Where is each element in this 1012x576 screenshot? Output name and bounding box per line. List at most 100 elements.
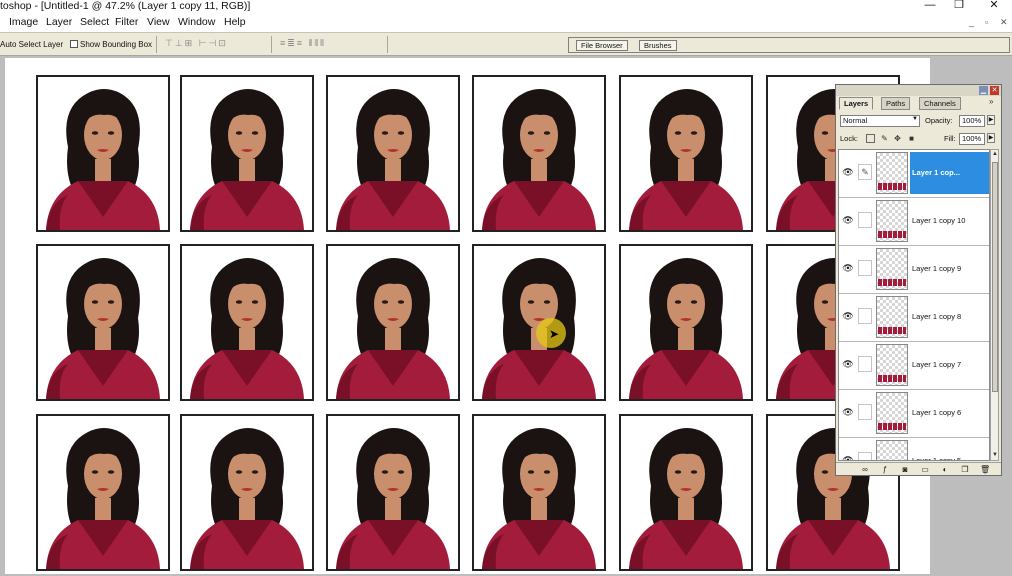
passport-photo [36,414,170,571]
eye-visibility-icon[interactable]: 👁 [842,263,854,273]
eye-visibility-icon[interactable]: 👁 [842,167,854,177]
passport-photo [619,414,753,571]
menu-window[interactable]: Window [178,16,215,28]
fill-input[interactable]: 100% [959,133,985,145]
window-title: toshop - [Untitled-1 @ 47.2% (Layer 1 co… [0,0,251,12]
show-bounding-box-checkbox[interactable] [70,40,78,48]
menu-help[interactable]: Help [224,16,246,28]
layer-row[interactable]: 👁 ✎ Layer 1 cop... [839,150,989,198]
layer-name: Layer 1 copy 8 [912,312,962,321]
layer-row[interactable]: 👁 Layer 1 copy 9 [839,246,989,294]
link-toggle[interactable] [858,404,872,420]
layer-style-icon[interactable]: ƒ [880,465,890,474]
layer-name-cell[interactable]: Layer 1 cop... [910,152,989,194]
layer-name-cell[interactable]: Layer 1 copy 7 [910,344,989,386]
layer-thumbnail [876,344,908,386]
distribute-buttons-icon[interactable]: ≡≣≡ ⫴⫴⫴ [280,38,326,49]
restore-button[interactable]: ❐ [947,0,971,12]
photoshop-window: toshop - [Untitled-1 @ 47.2% (Layer 1 co… [0,0,1012,576]
passport-photo [619,75,753,232]
lock-image-brush-icon[interactable]: ✎ [880,134,889,143]
title-bar: toshop - [Untitled-1 @ 47.2% (Layer 1 co… [0,0,1012,14]
blend-row: Normal ▼ Opacity: 100% ▶ [836,112,1001,130]
lock-all-padlock-icon[interactable]: ■ [907,134,916,143]
adjustment-layer-icon[interactable]: ◐ [940,465,950,474]
layer-name: Layer 1 copy 7 [912,360,962,369]
minimize-button[interactable]: — [918,0,942,12]
thumbnail-strip [878,327,906,334]
layer-name-cell[interactable]: Layer 1 copy 10 [910,200,989,242]
layer-row[interactable]: 👁 Layer 1 copy 10 [839,198,989,246]
layer-name-cell[interactable]: Layer 1 copy 6 [910,392,989,434]
layers-scrollbar[interactable]: ▲ ▼ [990,149,999,461]
brush-icon[interactable]: ✎ [858,164,872,180]
layer-row[interactable]: 👁 Layer 1 copy 5 [839,438,989,460]
scroll-down-icon[interactable]: ▼ [991,451,999,460]
options-bar: Auto Select Layer Show Bounding Box ⊤⊥⊞ … [0,32,1012,56]
eye-visibility-icon[interactable]: 👁 [842,455,854,460]
lock-transparency-icon[interactable] [866,134,875,143]
align-buttons-icon[interactable]: ⊤⊥⊞ ⊢⊣⊡ [165,38,228,49]
layers-list: 👁 ✎ Layer 1 cop... 👁 Layer 1 copy 10 👁 Layer 1… [838,149,990,461]
separator [387,36,388,53]
menu-select[interactable]: Select [80,16,109,28]
scroll-up-icon[interactable]: ▲ [991,150,999,159]
trash-icon[interactable]: 🗑 [980,465,990,474]
blend-mode-select[interactable]: Normal [840,115,920,127]
layer-row[interactable]: 👁 Layer 1 copy 6 [839,390,989,438]
link-toggle[interactable] [858,308,872,324]
link-toggle[interactable] [858,452,872,460]
new-layer-icon[interactable]: ❐ [960,465,970,474]
palette-menu-icon[interactable]: » [989,97,993,106]
menu-view[interactable]: View [147,16,170,28]
fill-slider-arrow-icon[interactable]: ▶ [987,133,995,143]
close-button[interactable]: ✕ [982,0,1006,12]
layer-thumbnail [876,296,908,338]
link-layers-icon[interactable]: ∞ [860,465,870,474]
menu-image[interactable]: Image [9,16,38,28]
document-canvas[interactable] [5,58,930,574]
layer-name-cell[interactable]: Layer 1 copy 5 [910,440,989,460]
layer-name-cell[interactable]: Layer 1 copy 8 [910,296,989,338]
show-bounding-box-label[interactable]: Show Bounding Box [80,40,152,49]
tab-layers[interactable]: Layers [839,97,874,110]
passport-photo [619,244,753,401]
eye-visibility-icon[interactable]: 👁 [842,311,854,321]
tab-paths[interactable]: Paths [881,97,911,110]
brushes-tab[interactable]: Brushes [639,40,677,51]
eye-visibility-icon[interactable]: 👁 [842,215,854,225]
palette-close-icon[interactable]: ✕ [990,86,999,95]
layer-thumbnail [876,248,908,290]
lock-position-move-icon[interactable]: ✥ [893,134,902,143]
opacity-label: Opacity: [925,116,953,125]
file-browser-tab[interactable]: File Browser [576,40,628,51]
eye-visibility-icon[interactable]: 👁 [842,407,854,417]
link-toggle[interactable] [858,212,872,228]
mask-icon[interactable]: ◙ [900,465,910,474]
opacity-input[interactable]: 100% [959,115,985,127]
scroll-thumb[interactable] [992,162,998,392]
menu-layer[interactable]: Layer [46,16,72,28]
layer-name-cell[interactable]: Layer 1 copy 9 [910,248,989,290]
link-toggle[interactable] [858,260,872,276]
link-toggle[interactable] [858,356,872,372]
palette-minimize-icon[interactable]: ▁ [979,86,988,95]
opacity-slider-arrow-icon[interactable]: ▶ [987,115,995,125]
layer-name: Layer 1 copy 9 [912,264,962,273]
doc-restore-button[interactable]: ▫ [985,17,988,27]
menu-filter[interactable]: Filter [115,16,138,28]
auto-select-layer-label[interactable]: Auto Select Layer [0,40,63,49]
new-set-icon[interactable]: ▭ [920,465,930,474]
doc-close-button[interactable]: ✕ [1000,17,1008,28]
palette-well: File Browser Brushes [568,37,1010,53]
thumbnail-strip [878,375,906,382]
eye-visibility-icon[interactable]: 👁 [842,359,854,369]
layer-row[interactable]: 👁 Layer 1 copy 7 [839,342,989,390]
mouse-pointer-icon: ➤ [549,327,560,341]
doc-minimize-button[interactable]: _ [969,17,974,27]
passport-photo [180,414,314,571]
layer-row[interactable]: 👁 Layer 1 copy 8 [839,294,989,342]
layers-palette: ▁ ✕ Layers Paths Channels » Normal ▼ Opa… [835,84,1002,476]
tab-channels[interactable]: Channels [919,97,961,110]
thumbnail-strip [878,279,906,286]
